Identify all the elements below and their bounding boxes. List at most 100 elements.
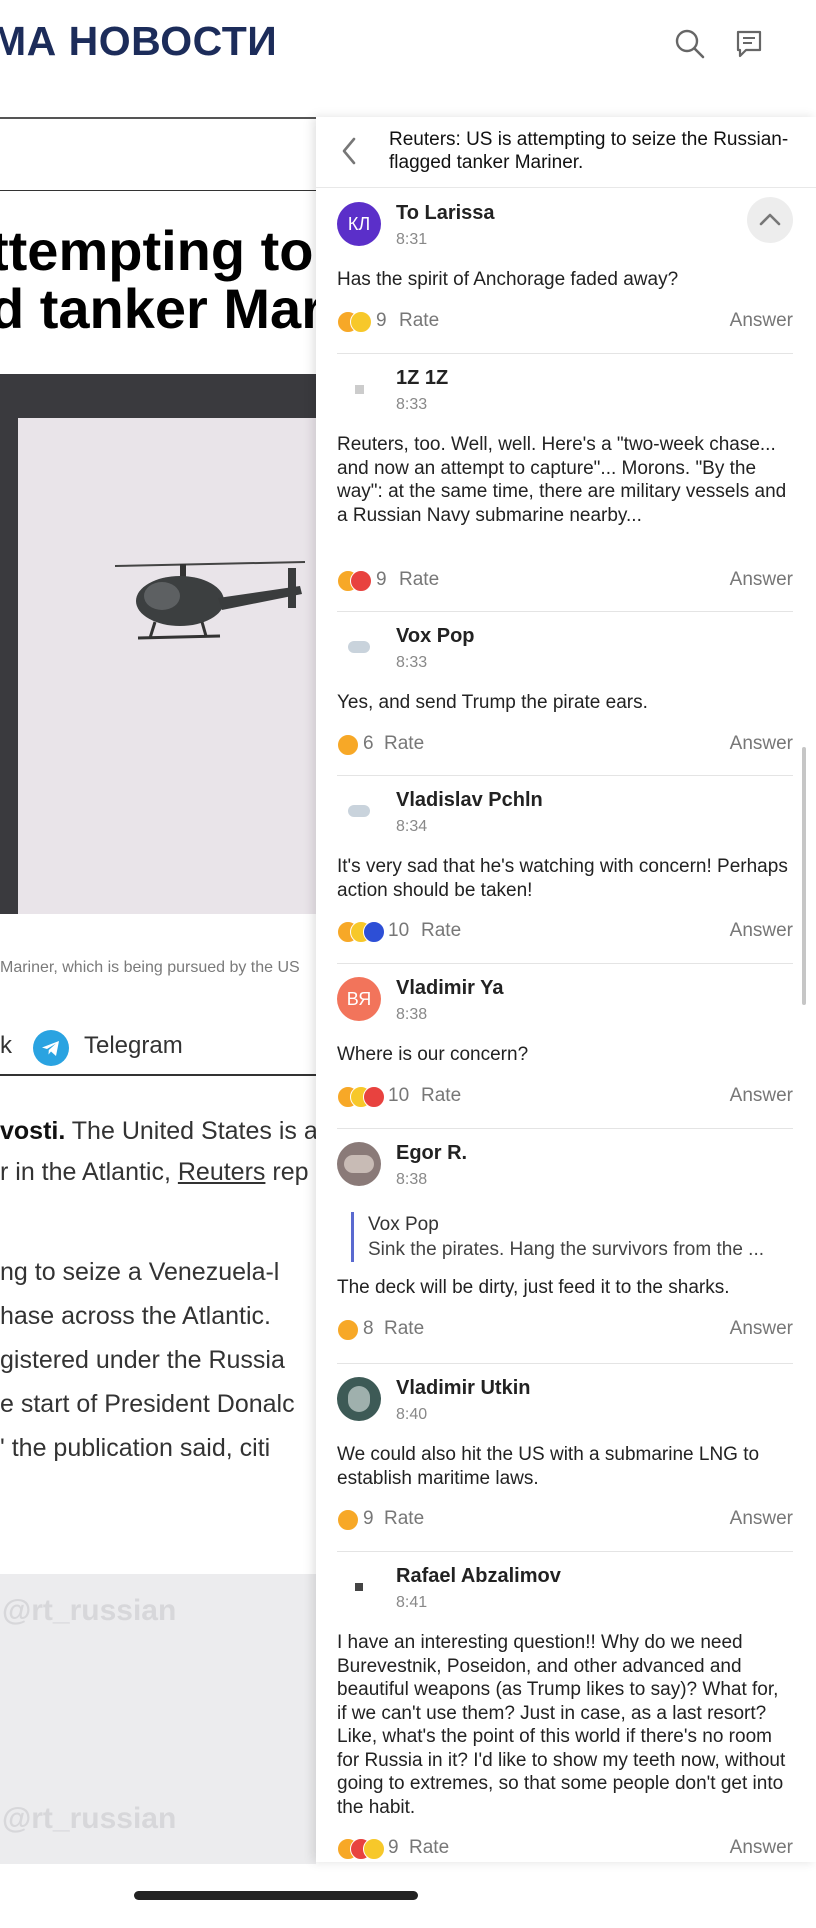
- hero-image[interactable]: [0, 374, 316, 914]
- comment-time: 8:38: [396, 1006, 428, 1023]
- answer-button[interactable]: Answer: [730, 1837, 793, 1859]
- comment-divider: [337, 611, 793, 612]
- rate-button[interactable]: Rate: [421, 920, 461, 942]
- share-divider: [0, 1074, 316, 1076]
- agency-name: vosti.: [0, 1117, 66, 1145]
- answer-button[interactable]: Answer: [730, 920, 793, 942]
- comment-text: Where is our concern?: [337, 1044, 529, 1065]
- article-paragraph-line: r in the Atlantic, Reuters rep: [0, 1158, 330, 1187]
- comment-reactions: 6 Rate Answer: [337, 731, 793, 759]
- laugh-icon: [363, 1838, 385, 1860]
- answer-button[interactable]: Answer: [730, 1085, 793, 1107]
- search-icon[interactable]: [672, 26, 708, 62]
- comment-text: Reuters, too. Well, well. Here's a "two-…: [337, 434, 787, 526]
- paragraph-text: r in the Atlantic,: [0, 1158, 178, 1186]
- answer-button[interactable]: Answer: [730, 569, 793, 591]
- image-caption: Mariner, which is being pursued by the U…: [0, 959, 300, 976]
- comment-divider: [337, 1128, 793, 1129]
- avatar-placeholder-icon: [355, 1583, 363, 1591]
- video-watermark: @rt_russian: [2, 1594, 177, 1627]
- reaction-count: 9: [363, 1508, 374, 1529]
- share-telegram-label[interactable]: Telegram: [84, 1032, 183, 1060]
- article-paragraph-line: ng to seize a Venezuela-l: [0, 1258, 280, 1286]
- reaction-count: 9: [376, 569, 387, 590]
- comments-icon[interactable]: [731, 26, 767, 62]
- home-indicator[interactable]: [134, 1891, 418, 1900]
- rate-button[interactable]: Rate: [384, 1508, 424, 1530]
- back-button[interactable]: [336, 133, 364, 169]
- avatar-photo-icon: [348, 1386, 370, 1412]
- thumbs-up-icon: [337, 1319, 359, 1341]
- hero-image-sky: [18, 418, 316, 914]
- answer-button[interactable]: Answer: [730, 1508, 793, 1530]
- comment-reactions: 10 Rate Answer: [337, 918, 793, 946]
- comment-text: Has the spirit of Anchorage faded away?: [337, 269, 679, 290]
- collapse-button[interactable]: [747, 197, 793, 243]
- comment-time: 8:38: [396, 1171, 428, 1188]
- thumbs-up-icon: [337, 1509, 359, 1531]
- comments-panel: Reuters: US is attempting to seize the R…: [316, 117, 816, 1862]
- comment-author[interactable]: Vladimir Ya: [396, 977, 503, 1000]
- reuters-link[interactable]: Reuters: [178, 1158, 266, 1186]
- thumbs-down-icon: [363, 1086, 385, 1108]
- chevron-up-icon: [759, 213, 781, 226]
- avatar[interactable]: ВЯ: [337, 977, 381, 1021]
- reaction-count: 9: [376, 310, 387, 331]
- comment-author[interactable]: Rafael Abzalimov: [396, 1565, 561, 1588]
- avatar-placeholder-icon: [348, 641, 370, 653]
- comment-reactions: 9 Rate Answer: [337, 1835, 793, 1862]
- comment-author[interactable]: Vladislav Pchln: [396, 789, 543, 812]
- paragraph-text: The United States is at: [65, 1117, 325, 1145]
- avatar[interactable]: [337, 789, 381, 833]
- comment-time: 8:31: [396, 231, 428, 248]
- share-row: k Telegram: [0, 1024, 316, 1066]
- rate-button[interactable]: Rate: [384, 1318, 424, 1340]
- subheader-divider: [0, 190, 316, 191]
- quoted-comment[interactable]: Vox Pop Sink the pirates. Hang the survi…: [351, 1212, 793, 1262]
- scrollbar[interactable]: [802, 747, 806, 1005]
- avatar-placeholder-icon: [348, 805, 370, 817]
- article-paragraph-line: hase across the Atlantic.: [0, 1302, 271, 1330]
- comment-author[interactable]: 1Z 1Z: [396, 367, 448, 390]
- comment-author[interactable]: Vladimir Utkin: [396, 1377, 530, 1400]
- avatar[interactable]: [337, 1142, 381, 1186]
- comment-author[interactable]: To Larissa: [396, 202, 495, 225]
- rate-button[interactable]: Rate: [384, 733, 424, 755]
- comment-text: The deck will be dirty, just feed it to …: [337, 1277, 730, 1298]
- telegram-icon[interactable]: [33, 1030, 69, 1066]
- comment-reactions: 9 Rate Answer: [337, 1506, 793, 1534]
- reaction-count: 10: [388, 920, 410, 941]
- comment-text: We could also hit the US with a submarin…: [337, 1444, 760, 1489]
- reaction-count: 9: [388, 1837, 399, 1858]
- avatar[interactable]: [337, 367, 381, 411]
- reaction-count: 10: [388, 1085, 410, 1106]
- avatar[interactable]: КЛ: [337, 202, 381, 246]
- rate-button[interactable]: Rate: [399, 310, 439, 332]
- comments-panel-header: Reuters: US is attempting to seize the R…: [316, 117, 816, 188]
- answer-button[interactable]: Answer: [730, 1318, 793, 1340]
- rate-button[interactable]: Rate: [399, 569, 439, 591]
- article-title: ttempting to s d tanker Marir: [0, 219, 361, 340]
- site-logo[interactable]: МА НОВОСТИ: [0, 18, 277, 65]
- comment-text: I have an interesting question!! Why do …: [337, 1632, 786, 1818]
- answer-button[interactable]: Answer: [730, 733, 793, 755]
- avatar[interactable]: [337, 1377, 381, 1421]
- comment-author[interactable]: Vox Pop: [396, 625, 475, 648]
- avatar[interactable]: [337, 625, 381, 669]
- rate-button[interactable]: Rate: [421, 1085, 461, 1107]
- rate-button[interactable]: Rate: [409, 1837, 449, 1859]
- share-item-partial[interactable]: k: [0, 1032, 12, 1060]
- comment-reactions: 10 Rate Answer: [337, 1083, 793, 1111]
- reaction-count: 6: [363, 733, 374, 754]
- answer-button[interactable]: Answer: [730, 310, 793, 332]
- avatar[interactable]: [337, 1565, 381, 1609]
- embedded-video[interactable]: @rt_russian @rt_russian: [0, 1574, 316, 1864]
- comment-reactions: 8 Rate Answer: [337, 1316, 793, 1344]
- comment-reactions: 9 Rate Answer: [337, 567, 793, 595]
- article-title-line: ttempting to s: [0, 219, 361, 282]
- comment-divider: [337, 1551, 793, 1552]
- comment-time: 8:41: [396, 1594, 428, 1611]
- comment-author[interactable]: Egor R.: [396, 1142, 467, 1165]
- article-title-line: d tanker Marir: [0, 277, 361, 340]
- quoted-text: Sink the pirates. Hang the survivors fro…: [368, 1239, 765, 1260]
